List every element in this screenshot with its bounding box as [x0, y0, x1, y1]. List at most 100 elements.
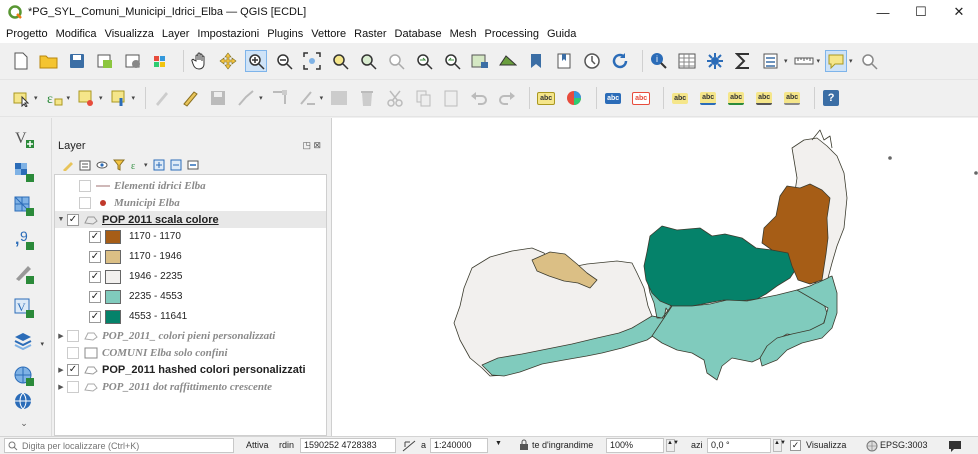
dropdown-arrow-icon[interactable]: ▾ [34, 94, 38, 102]
expand-all-icon[interactable] [153, 159, 165, 171]
layer-visibility-checkbox[interactable] [67, 380, 79, 393]
menu-guida[interactable]: Guida [547, 28, 576, 40]
show-hide-labels-icon[interactable]: abc [669, 87, 691, 109]
pan-to-selection-icon[interactable] [217, 50, 239, 72]
new-print-layout-icon[interactable] [94, 50, 116, 72]
undo-icon[interactable] [468, 87, 490, 109]
delete-selected-icon[interactable] [356, 87, 378, 109]
vertex-tool-icon[interactable] [268, 87, 290, 109]
render-checkbox[interactable]: ✓ [790, 440, 801, 451]
pin-labels-icon[interactable]: abc [602, 87, 624, 109]
category-checkbox[interactable]: ✓ [89, 250, 101, 263]
toggle-extents-icon[interactable] [402, 440, 416, 452]
copy-features-icon[interactable] [412, 87, 434, 109]
layer-item[interactable]: Municipi Elba [55, 194, 326, 211]
new-bookmark-icon[interactable] [525, 50, 547, 72]
menu-impostazioni[interactable]: Impostazioni [197, 28, 259, 40]
temporal-controller-icon[interactable] [581, 50, 603, 72]
highlight-labels-icon[interactable]: abc [630, 87, 652, 109]
menu-modifica[interactable]: Modifica [56, 28, 97, 40]
add-delimited-text-icon[interactable]: ,9 [12, 228, 36, 252]
dropdown-arrow-icon[interactable]: ▾ [784, 57, 788, 65]
menu-raster[interactable]: Raster [354, 28, 386, 40]
save-edits-icon[interactable] [207, 87, 229, 109]
category-checkbox[interactable]: ✓ [89, 290, 101, 303]
filter-legend-icon[interactable] [113, 159, 125, 171]
menu-visualizza[interactable]: Visualizza [105, 28, 154, 40]
zoom-to-layer-icon[interactable] [357, 50, 379, 72]
measure-line-icon[interactable] [793, 50, 815, 72]
dropdown-arrow-icon[interactable]: ▾ [144, 161, 148, 169]
remove-layer-icon[interactable] [187, 159, 199, 171]
field-calculator-icon[interactable] [760, 50, 782, 72]
minimize-button[interactable]: — [864, 0, 902, 24]
scale-dropdown-icon[interactable]: ▼ [495, 440, 502, 447]
layer-item[interactable]: ▶ POP_2011 dot raffittimento crescente [55, 378, 326, 395]
map-tips-icon[interactable] [825, 50, 848, 72]
open-layer-styling-icon[interactable] [62, 159, 74, 171]
expand-arrow-icon[interactable]: ▶ [55, 383, 67, 391]
layer-visibility-checkbox[interactable] [67, 329, 79, 342]
current-edits-icon[interactable] [151, 87, 173, 109]
add-vector-layer-icon[interactable]: V [12, 126, 36, 150]
new-map-view-icon[interactable] [469, 50, 491, 72]
close-button[interactable]: ✕ [940, 0, 978, 24]
menu-vettore[interactable]: Vettore [311, 28, 346, 40]
save-project-icon[interactable] [66, 50, 88, 72]
add-wfs-layer-icon[interactable] [12, 364, 36, 388]
style-manager-icon[interactable] [150, 50, 172, 72]
search-icon[interactable] [858, 50, 880, 72]
layer-item[interactable]: COMUNI Elba solo confini [55, 344, 326, 361]
dropdown-arrow-icon[interactable]: ▾ [259, 94, 263, 102]
legend-category[interactable]: ✓ 4553 - 11641 [55, 308, 326, 325]
magnifier-spinner-icon[interactable]: ▲▼ [666, 439, 679, 452]
menu-progetto[interactable]: Progetto [6, 28, 48, 40]
zoom-native-icon[interactable] [385, 50, 407, 72]
zoom-last-icon[interactable] [413, 50, 435, 72]
legend-category[interactable]: ✓ 2235 - 4553 [55, 288, 326, 305]
identify-features-icon[interactable]: i [648, 50, 670, 72]
layer-visibility-checkbox[interactable] [79, 196, 91, 209]
open-attribute-table-icon[interactable] [676, 50, 698, 72]
toolbar-expand-icon[interactable]: ⌄ [12, 416, 36, 430]
expand-arrow-icon[interactable]: ▶ [55, 366, 67, 374]
deselect-features-icon[interactable] [75, 87, 97, 109]
layer-item-selected[interactable]: ▼ ✓ POP 2011 scala colore [55, 211, 326, 228]
add-xyz-layer-icon[interactable] [12, 390, 36, 414]
new-3d-view-icon[interactable] [497, 50, 519, 72]
add-gps-layer-icon[interactable] [12, 262, 36, 286]
maximize-button[interactable]: ☐ [902, 0, 940, 24]
toggle-editing-icon[interactable] [179, 87, 201, 109]
layer-labeling-icon[interactable]: abc [535, 87, 557, 109]
lock-scale-icon[interactable] [519, 439, 529, 451]
dropdown-arrow-icon[interactable]: ▾ [817, 57, 821, 65]
add-group-icon[interactable] [79, 159, 91, 171]
layer-visibility-checkbox[interactable]: ✓ [67, 213, 79, 226]
edit-attributes-icon[interactable] [328, 87, 350, 109]
cut-features-icon[interactable] [384, 87, 406, 109]
open-project-icon[interactable] [38, 50, 60, 72]
change-label-icon[interactable]: abc [753, 87, 775, 109]
messages-icon[interactable] [948, 440, 962, 452]
category-checkbox[interactable]: ✓ [89, 270, 101, 283]
layout-manager-icon[interactable] [122, 50, 144, 72]
menu-mesh[interactable]: Mesh [450, 28, 477, 40]
layer-visibility-checkbox[interactable]: ✓ [67, 363, 79, 376]
menu-database[interactable]: Database [395, 28, 442, 40]
legend-category[interactable]: ✓ 1170 - 1170 [55, 228, 326, 245]
pan-map-icon[interactable] [189, 50, 211, 72]
zoom-next-icon[interactable] [441, 50, 463, 72]
statistics-icon[interactable] [732, 50, 754, 72]
locator-search[interactable] [4, 438, 234, 453]
crs-label[interactable]: EPSG:3003 [880, 440, 928, 450]
map-canvas[interactable] [331, 118, 978, 436]
zoom-to-selection-icon[interactable] [329, 50, 351, 72]
dropdown-arrow-icon[interactable]: ▾ [99, 94, 103, 102]
collapse-all-icon[interactable] [170, 159, 182, 171]
toggle-extents-label[interactable]: Attiva [246, 440, 269, 450]
redo-icon[interactable] [496, 87, 518, 109]
toolbox-icon[interactable] [704, 50, 726, 72]
layer-item[interactable]: ▶ POP_2011_ colori pieni personalizzati [55, 327, 326, 344]
panel-float-close-buttons[interactable]: ◳ ⊠ [302, 140, 321, 151]
filter-by-expression-icon[interactable]: ε [130, 159, 142, 171]
